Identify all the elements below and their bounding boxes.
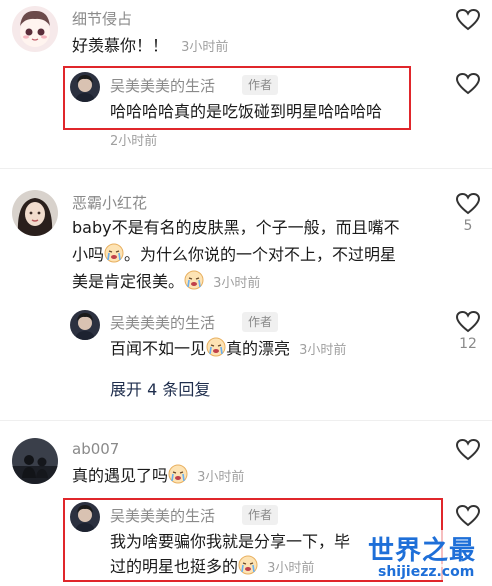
comment-time: 3小时前 (197, 470, 245, 485)
reply-fragment: 百闻不如一见 (110, 339, 207, 358)
comment-line-1: baby不是有名的皮肤黑，个子一般，而且嘴不 (72, 218, 400, 237)
like-heart-icon[interactable] (455, 8, 481, 32)
avatar[interactable] (12, 6, 58, 52)
comment-line-3: 美是肯定很美。 3小时前 (72, 268, 260, 298)
expand-replies-link[interactable]: 展开 4 条回复 (110, 376, 210, 400)
reply-time: 2小时前 (110, 134, 158, 149)
reply-username[interactable]: 吴美美美的生活 (110, 75, 215, 96)
comment-username[interactable]: ab007 (72, 440, 119, 458)
comment-fragment: 。为什么你说的一个对不上，不过明星 (124, 245, 397, 264)
crying-emoji-icon (168, 464, 188, 492)
comment-text: 好羡慕你！！ 3小时前 (72, 32, 228, 61)
like-count: 12 (459, 336, 477, 352)
avatar[interactable] (12, 190, 58, 236)
crying-emoji-icon (104, 243, 124, 271)
author-badge: 作者 (242, 75, 279, 95)
reply-line-2: 过的明星也挺多的 3小时前 (110, 553, 314, 583)
comment-time: 3小时前 (213, 276, 261, 291)
avatar[interactable] (12, 438, 58, 484)
reply-username[interactable]: 吴美美美的生活 (110, 312, 215, 333)
reply-username[interactable]: 吴美美美的生活 (110, 505, 215, 526)
like-count: 5 (463, 218, 473, 234)
comment-body: 好羡慕你！！ (72, 36, 169, 55)
comment-username[interactable]: 细节侵占 (72, 8, 132, 29)
reply-line-1: 我为啥要骗你我就是分享一下，毕 (110, 532, 351, 551)
crying-emoji-icon (206, 337, 226, 365)
reply-text: 百闻不如一见 真的漂亮 3小时前 (110, 335, 346, 365)
reply-time: 3小时前 (267, 561, 315, 576)
like-heart-icon[interactable] (455, 72, 481, 96)
crying-emoji-icon (238, 555, 258, 583)
comment-fragment: 小吗 (72, 245, 105, 264)
author-badge: 作者 (242, 505, 279, 525)
reply-fragment: 真的漂亮 (226, 339, 291, 358)
watermark-title: 世界之最 (368, 530, 477, 567)
like-heart-icon[interactable] (455, 192, 481, 216)
watermark-url: shijiezz.com (378, 564, 475, 580)
divider (0, 168, 492, 169)
reply-text: 哈哈哈哈真的是吃饭碰到明星哈哈哈哈 (110, 102, 383, 121)
comment-body: 真的遇见了吗 (72, 466, 169, 485)
comment-time: 3小时前 (181, 40, 229, 55)
reply-time: 3小时前 (299, 343, 347, 358)
avatar[interactable] (70, 502, 100, 532)
author-badge: 作者 (242, 312, 279, 332)
avatar[interactable] (70, 310, 100, 340)
comment-fragment: 美是肯定很美。 (72, 272, 185, 291)
like-heart-icon[interactable] (455, 504, 481, 528)
like-heart-icon[interactable] (455, 310, 481, 334)
like-heart-icon[interactable] (455, 438, 481, 462)
comment-line-2: 小吗 。为什么你说的一个对不上，不过明星 (72, 241, 396, 271)
reply-fragment: 过的明星也挺多的 (110, 557, 239, 576)
divider (0, 420, 492, 421)
avatar[interactable] (70, 72, 100, 102)
comment-username[interactable]: 恶霸小红花 (72, 192, 147, 213)
comment-text: 真的遇见了吗 3小时前 (72, 462, 244, 492)
crying-emoji-icon (184, 270, 204, 298)
